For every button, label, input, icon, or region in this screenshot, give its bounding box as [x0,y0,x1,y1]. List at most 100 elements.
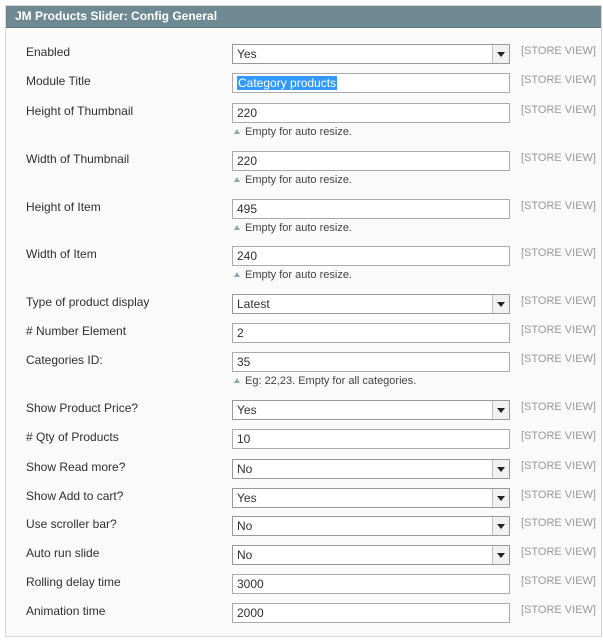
qty-of-products-input[interactable]: 10 [232,429,510,449]
row-use-scroller-bar: Use scroller bar? No [STORE VIEW] [6,516,603,540]
row-animation-time: Animation time 2000 [STORE VIEW] [6,603,603,627]
type-of-product-display-value: Latest [237,297,270,311]
field-label-use-scroller-bar: Use scroller bar? [26,517,117,531]
height-of-thumbnail-value: 220 [237,106,258,120]
number-element-value: 2 [237,326,244,340]
row-module-title: Module Title Category products [STORE VI… [6,73,603,97]
scope-label: [STORE VIEW] [521,430,596,442]
scope-label: [STORE VIEW] [521,45,596,57]
width-of-item-value: 240 [237,249,258,263]
row-enabled: Enabled Yes [STORE VIEW] [6,44,603,68]
width-of-thumbnail-input[interactable]: 220 [232,151,510,171]
row-rolling-delay-time: Rolling delay time 3000 [STORE VIEW] [6,574,603,598]
field-note: Empty for auto resize. [232,269,352,281]
scope-label: [STORE VIEW] [521,460,596,472]
show-add-to-cart-select[interactable]: Yes [232,488,510,508]
scope-label: [STORE VIEW] [521,152,596,164]
module-title-input[interactable]: Category products [232,73,510,93]
field-note: Empty for auto resize. [232,222,352,234]
note-arrow-icon [234,378,240,384]
scope-label: [STORE VIEW] [521,604,596,616]
row-show-add-to-cart: Show Add to cart? Yes [STORE VIEW] [6,488,603,512]
field-label-qty-of-products: # Qty of Products [26,430,119,444]
note-arrow-icon [234,129,240,135]
show-product-price-value: Yes [237,403,257,417]
show-product-price-select[interactable]: Yes [232,400,510,420]
dropdown-arrow-icon[interactable] [492,546,509,564]
module-title-value: Category products [237,76,338,90]
field-note-text: Empty for auto resize. [245,174,352,186]
field-note-text: Eg: 22,23. Empty for all categories. [245,375,417,387]
row-auto-run-slide: Auto run slide No [STORE VIEW] [6,545,603,569]
field-note: Eg: 22,23. Empty for all categories. [232,375,416,387]
show-add-to-cart-value: Yes [237,491,257,505]
scope-label: [STORE VIEW] [521,546,596,558]
note-arrow-icon [234,272,240,278]
height-of-item-input[interactable]: 495 [232,199,510,219]
field-label-enabled: Enabled [26,45,71,59]
animation-time-input[interactable]: 2000 [232,603,510,623]
field-label-auto-run-slide: Auto run slide [26,546,100,560]
field-label-number-element: # Number Element [26,324,127,338]
row-height-of-thumbnail: Height of Thumbnail 220 [STORE VIEW] Emp… [6,103,603,138]
field-label-rolling-delay-time: Rolling delay time [26,575,121,589]
scope-label: [STORE VIEW] [521,401,596,413]
width-of-item-input[interactable]: 240 [232,246,510,266]
height-of-thumbnail-input[interactable]: 220 [232,103,510,123]
field-label-show-read-more: Show Read more? [26,460,126,474]
auto-run-slide-select[interactable]: No [232,545,510,565]
scope-label: [STORE VIEW] [521,517,596,529]
number-element-input[interactable]: 2 [232,323,510,343]
enabled-select[interactable]: Yes [232,44,510,64]
type-of-product-display-select[interactable]: Latest [232,294,510,314]
field-label-width-of-item: Width of Item [26,247,97,261]
qty-of-products-value: 10 [237,432,251,446]
config-panel: JM Products Slider: Config General Enabl… [5,5,602,637]
note-arrow-icon [234,177,240,183]
rolling-delay-time-value: 3000 [237,577,264,591]
scope-label: [STORE VIEW] [521,324,596,336]
row-number-element: # Number Element 2 [STORE VIEW] [6,323,603,347]
row-qty-of-products: # Qty of Products 10 [STORE VIEW] [6,429,603,453]
use-scroller-bar-select[interactable]: No [232,516,510,536]
show-read-more-value: No [237,462,253,476]
row-height-of-item: Height of Item 495 [STORE VIEW] Empty fo… [6,199,603,234]
field-label-show-product-price: Show Product Price? [26,401,139,415]
row-width-of-thumbnail: Width of Thumbnail 220 [STORE VIEW] Empt… [6,151,603,186]
row-show-read-more: Show Read more? No [STORE VIEW] [6,459,603,483]
width-of-thumbnail-value: 220 [237,154,258,168]
dropdown-arrow-icon[interactable] [492,45,509,63]
field-label-animation-time: Animation time [26,604,106,618]
scope-label: [STORE VIEW] [521,104,596,116]
dropdown-arrow-icon[interactable] [492,295,509,313]
categories-id-input[interactable]: 35 [232,352,510,372]
dropdown-arrow-icon[interactable] [492,460,509,478]
field-label-height-of-item: Height of Item [26,200,101,214]
categories-id-value: 35 [237,355,251,369]
dropdown-arrow-icon[interactable] [492,401,509,419]
scope-label: [STORE VIEW] [521,489,596,501]
scope-label: [STORE VIEW] [521,575,596,587]
scope-label: [STORE VIEW] [521,247,596,259]
dropdown-arrow-icon[interactable] [492,517,509,535]
rolling-delay-time-input[interactable]: 3000 [232,574,510,594]
scope-label: [STORE VIEW] [521,200,596,212]
field-label-categories-id: Categories ID: [26,353,103,367]
field-label-type-of-product-display: Type of product display [26,295,150,309]
panel-header[interactable]: JM Products Slider: Config General [6,6,601,28]
field-label-show-add-to-cart: Show Add to cart? [26,489,124,503]
scope-label: [STORE VIEW] [521,74,596,86]
dropdown-arrow-icon[interactable] [492,489,509,507]
animation-time-value: 2000 [237,606,264,620]
field-label-height-of-thumbnail: Height of Thumbnail [26,104,134,118]
field-note-text: Empty for auto resize. [245,126,352,138]
show-read-more-select[interactable]: No [232,459,510,479]
row-width-of-item: Width of Item 240 [STORE VIEW] Empty for… [6,246,603,281]
field-note: Empty for auto resize. [232,126,352,138]
scope-label: [STORE VIEW] [521,353,596,365]
row-categories-id: Categories ID: 35 [STORE VIEW] Eg: 22,23… [6,352,603,387]
field-label-width-of-thumbnail: Width of Thumbnail [26,152,130,166]
field-note-text: Empty for auto resize. [245,222,352,234]
panel-title: JM Products Slider: Config General [15,9,218,23]
auto-run-slide-value: No [237,548,253,562]
